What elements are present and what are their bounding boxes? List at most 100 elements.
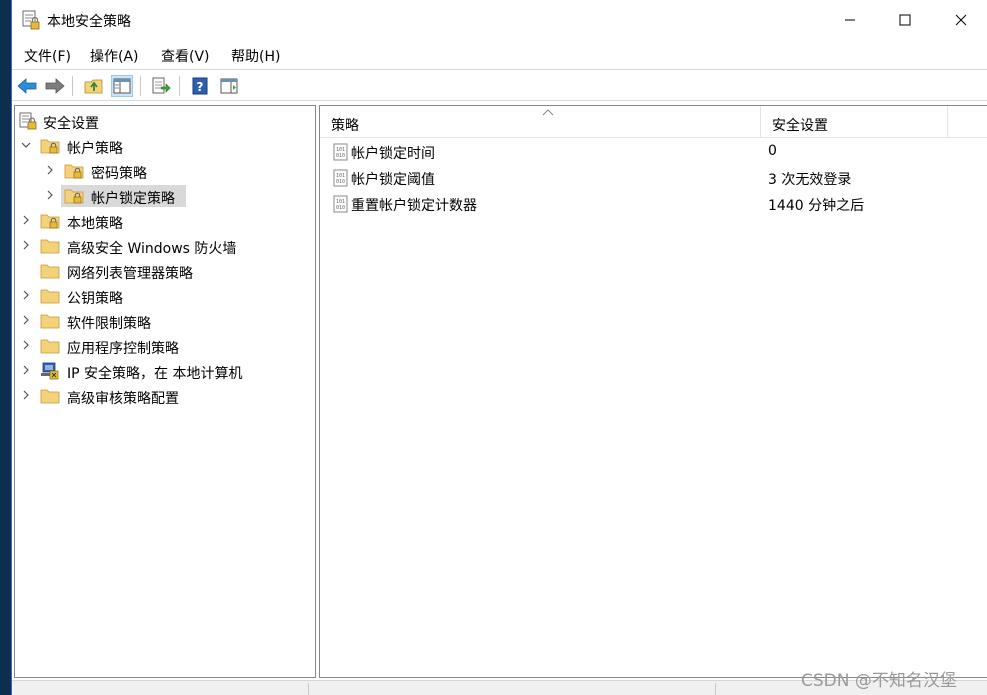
tree-item-local-policies[interactable]: 本地策略 — [15, 209, 315, 233]
back-icon — [17, 78, 37, 94]
tree-item-ip-security[interactable]: IP 安全策略，在 本地计算机 — [15, 359, 315, 383]
tree-item-windows-firewall[interactable]: 高级安全 Windows 防火墙 — [15, 234, 315, 258]
tree-item-application-control[interactable]: 应用程序控制策略 — [15, 334, 315, 358]
svg-text:010: 010 — [336, 205, 345, 211]
maximize-icon — [899, 14, 911, 26]
column-header-label: 安全设置 — [772, 118, 828, 134]
details-list-pane[interactable]: 策略 安全设置 101 010 帐户锁定时间 0 101 010 帐户锁定阈值 … — [319, 105, 987, 678]
policy-value: 0 — [768, 143, 777, 159]
tree-item-label: 公钥策略 — [67, 291, 123, 307]
tree-item-account-policies[interactable]: 帐户策略 — [15, 134, 315, 158]
chevron-right-icon[interactable] — [20, 313, 32, 327]
tree-item-label: 高级安全 Windows 防火墙 — [67, 241, 237, 257]
tree-item-software-restriction[interactable]: 软件限制策略 — [15, 309, 315, 333]
console-tree-pane[interactable]: 安全设置 帐户策略 密码策略 帐户锁定策略 本地策略 高级安全 Windows … — [14, 105, 316, 678]
locked-folder-icon — [40, 214, 60, 229]
properties-icon — [220, 78, 238, 94]
security-policy-app-icon — [22, 10, 40, 30]
chevron-right-icon[interactable] — [20, 238, 32, 252]
close-button[interactable] — [938, 0, 984, 40]
chevron-down-icon[interactable] — [20, 138, 32, 152]
status-divider — [715, 683, 716, 695]
up-one-level-button[interactable] — [83, 75, 105, 97]
folder-icon — [40, 389, 60, 404]
ip-security-icon — [41, 362, 59, 380]
folder-icon — [40, 339, 60, 354]
tree-item-network-list-manager[interactable]: 网络列表管理器策略 — [15, 259, 315, 283]
maximize-button[interactable] — [882, 0, 928, 40]
properties-button[interactable] — [218, 75, 240, 97]
menu-action[interactable]: 操作(A) — [90, 46, 139, 66]
tree-item-label: 网络列表管理器策略 — [67, 266, 193, 282]
policy-name: 重置帐户锁定计数器 — [351, 198, 477, 214]
toolbar: ? — [12, 70, 987, 100]
folder-icon — [40, 239, 60, 254]
chevron-right-icon[interactable] — [20, 338, 32, 352]
desktop-edge — [0, 0, 11, 695]
tree-item-password-policy[interactable]: 密码策略 — [15, 159, 315, 183]
folder-icon — [40, 289, 60, 304]
tree-item-label: 高级审核策略配置 — [67, 391, 179, 407]
policy-value: 1440 分钟之后 — [768, 198, 865, 214]
policy-setting-icon: 101 010 — [333, 195, 348, 213]
tree-item-label: 帐户策略 — [67, 141, 123, 157]
tree-item-account-lockout-policy[interactable]: 帐户锁定策略 — [15, 184, 315, 208]
list-item[interactable]: 101 010 重置帐户锁定计数器 1440 分钟之后 — [320, 191, 987, 217]
toolbar-separator — [179, 76, 180, 96]
window-title: 本地安全策略 — [47, 14, 131, 30]
status-divider — [308, 683, 309, 695]
policy-name: 帐户锁定阈值 — [351, 172, 435, 188]
tree-item-label: 安全设置 — [43, 116, 99, 132]
chevron-right-icon[interactable] — [44, 188, 56, 202]
forward-icon — [45, 78, 65, 94]
minimize-icon — [845, 19, 855, 21]
close-icon — [955, 14, 967, 26]
local-security-policy-window: 本地安全策略 文件(F) 操作(A) 查看(V) 帮助(H) ? 安全设置 帐户… — [12, 0, 987, 695]
policy-setting-icon: 101 010 — [333, 143, 348, 161]
export-list-icon — [152, 77, 171, 94]
svg-text:010: 010 — [336, 179, 345, 185]
locked-folder-icon — [64, 164, 84, 179]
export-list-button[interactable] — [150, 75, 172, 97]
tree-item-label: 密码策略 — [91, 166, 147, 182]
back-button[interactable] — [16, 75, 38, 97]
chevron-right-icon[interactable] — [20, 363, 32, 377]
locked-folder-icon — [64, 189, 84, 204]
list-item[interactable]: 101 010 帐户锁定时间 0 — [320, 139, 987, 165]
show-hide-tree-icon — [113, 78, 131, 94]
chevron-right-icon[interactable] — [20, 388, 32, 402]
tree-item-label: 本地策略 — [67, 216, 123, 232]
toolbar-separator — [72, 76, 73, 96]
policy-setting-icon: 101 010 — [333, 169, 348, 187]
watermark: CSDN @不知名汉堡 — [801, 671, 957, 691]
tree-item-public-key-policies[interactable]: 公钥策略 — [15, 284, 315, 308]
minimize-button[interactable] — [827, 0, 873, 40]
toolbar-separator — [140, 76, 141, 96]
help-icon: ? — [192, 77, 208, 95]
security-settings-icon — [19, 112, 37, 130]
menu-file[interactable]: 文件(F) — [24, 46, 71, 66]
chevron-right-icon[interactable] — [20, 213, 32, 227]
list-item[interactable]: 101 010 帐户锁定阈值 3 次无效登录 — [320, 165, 987, 191]
tree-item-advanced-audit-policy[interactable]: 高级审核策略配置 — [15, 384, 315, 408]
tree-item-security-settings[interactable]: 安全设置 — [15, 109, 315, 133]
forward-button[interactable] — [44, 75, 66, 97]
column-header-security-setting[interactable]: 安全设置 — [761, 106, 947, 138]
menu-view[interactable]: 查看(V) — [161, 46, 210, 66]
menu-help[interactable]: 帮助(H) — [231, 46, 280, 66]
folder-icon — [40, 314, 60, 329]
chevron-right-icon[interactable] — [44, 163, 56, 177]
help-button[interactable]: ? — [189, 75, 211, 97]
svg-text:010: 010 — [336, 153, 345, 159]
tree-item-label: 应用程序控制策略 — [67, 341, 179, 357]
policy-value: 3 次无效登录 — [768, 172, 852, 188]
sort-ascending-icon — [542, 109, 554, 116]
column-divider[interactable] — [947, 106, 948, 138]
up-folder-icon — [84, 79, 103, 94]
column-header-policy[interactable]: 策略 — [320, 106, 760, 138]
title-bar: 本地安全策略 — [12, 0, 987, 40]
chevron-right-icon[interactable] — [20, 288, 32, 302]
column-header-label: 策略 — [331, 118, 359, 134]
show-hide-console-tree-button[interactable] — [111, 75, 133, 97]
tree-item-label: 软件限制策略 — [67, 316, 151, 332]
